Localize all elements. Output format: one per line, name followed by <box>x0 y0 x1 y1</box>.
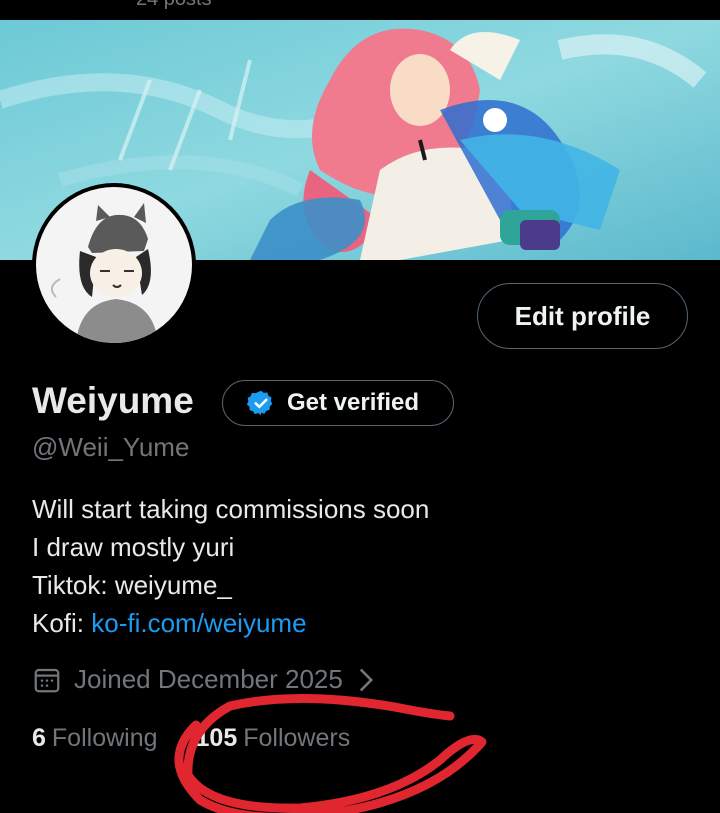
verified-badge-icon <box>247 390 273 416</box>
bio-kofi-prefix: Kofi: <box>32 608 92 638</box>
avatar-image <box>36 187 192 343</box>
bio-line-3: Tiktok: weiyume_ <box>32 570 232 600</box>
kofi-link[interactable]: ko-fi.com/weiyume <box>91 608 306 638</box>
get-verified-label: Get verified <box>287 389 420 416</box>
joined-date[interactable]: Joined December 2025 <box>32 664 377 695</box>
followers-link[interactable]: 105 Followers <box>196 724 351 753</box>
bio-line-4: Kofi: ko-fi.com/weiyume <box>32 604 429 642</box>
chevron-right-icon <box>359 668 373 691</box>
profile-bio: Will start taking commissions soon I dra… <box>32 490 429 642</box>
followers-label: Followers <box>243 724 351 752</box>
followers-count: 105 <box>195 724 238 752</box>
display-name: Weiyume <box>32 380 194 421</box>
follow-stats: 6 Following 105 Followers <box>32 724 350 753</box>
profile-handle: @Weii_Yume <box>32 432 190 462</box>
post-count: 24 posts <box>136 0 212 11</box>
bio-line-1: Will start taking commissions soon <box>32 494 430 524</box>
top-strip: 24 posts <box>0 0 720 20</box>
calendar-icon <box>34 668 60 692</box>
profile-avatar[interactable] <box>32 183 196 347</box>
following-label: Following <box>51 724 158 752</box>
bio-line-2: I draw mostly yuri <box>32 532 235 562</box>
following-count: 6 <box>32 724 46 752</box>
edit-profile-button[interactable]: Edit profile <box>477 283 688 349</box>
following-link[interactable]: 6 Following <box>32 724 158 753</box>
get-verified-button[interactable]: Get verified <box>222 380 454 426</box>
joined-text: Joined December 2025 <box>74 664 343 694</box>
